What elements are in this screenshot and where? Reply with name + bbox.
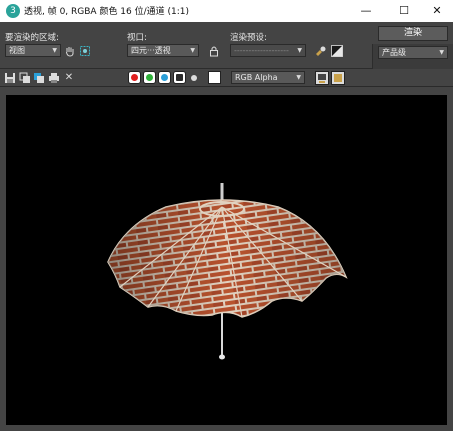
chevron-down-icon: ▼ — [296, 74, 301, 81]
save-icon[interactable] — [4, 72, 16, 84]
preset-label: 渲染预设: — [230, 33, 267, 43]
viewport-dropdown[interactable]: 四元···透视 ▼ — [127, 44, 199, 57]
chevron-down-icon: ▼ — [52, 47, 57, 54]
channel-dropdown[interactable]: RGB Alpha ▼ — [231, 71, 305, 84]
region-select-icon[interactable] — [79, 45, 91, 57]
render-button[interactable]: 渲染 — [378, 26, 448, 41]
red-channel-toggle[interactable] — [128, 71, 141, 84]
chevron-down-icon: ▼ — [297, 47, 302, 54]
viewport-label: 视口: — [127, 33, 147, 43]
display-toggle-icon[interactable] — [315, 71, 329, 85]
umbrella-canopy-shading — [108, 200, 346, 317]
monochrome-icon[interactable] — [191, 75, 197, 81]
color-swatch[interactable] — [208, 71, 221, 84]
frame-buffer-toolbar: ✕ RGB Alpha ▼ — [0, 69, 453, 87]
rendered-umbrella-image — [107, 183, 348, 360]
green-channel-icon — [146, 74, 153, 81]
green-channel-toggle[interactable] — [143, 71, 156, 84]
render-frame — [0, 87, 453, 431]
viewport-dropdown-value: 四元···透视 — [131, 46, 171, 55]
channel-dropdown-value: RGB Alpha — [235, 73, 278, 82]
red-channel-icon — [131, 74, 138, 81]
alpha-channel-toggle[interactable] — [173, 71, 186, 84]
alpha-channel-icon — [176, 74, 183, 81]
pan-hand-icon[interactable] — [64, 45, 76, 57]
area-dropdown-value: 视图 — [9, 46, 25, 55]
lock-icon[interactable] — [208, 45, 220, 57]
rendered-image-viewport[interactable] — [6, 95, 447, 425]
render-settings-panel: 要渲染的区域: 视图 ▼ 视口: 四元···透视 ▼ 渲染预设: -------… — [0, 22, 453, 91]
clone-icon[interactable] — [33, 72, 45, 84]
clear-icon[interactable]: ✕ — [63, 72, 75, 84]
quality-dropdown-value: 产品级 — [382, 48, 406, 57]
copy-icon[interactable] — [19, 72, 31, 84]
render-setup-icon[interactable] — [315, 45, 327, 57]
display-image-icon[interactable] — [331, 71, 345, 85]
environment-icon[interactable] — [331, 45, 343, 57]
preset-dropdown[interactable]: ------------------- ▼ — [230, 44, 306, 57]
quality-dropdown[interactable]: 产品级 ▼ — [378, 46, 448, 59]
print-icon[interactable] — [48, 72, 60, 84]
title-bar: 3 透视, 帧 0, RGBA 颜色 16 位/通道 (1:1) — ☐ ✕ — [0, 0, 453, 22]
chevron-down-icon: ▼ — [190, 47, 195, 54]
area-dropdown[interactable]: 视图 ▼ — [5, 44, 61, 57]
window-title: 透视, 帧 0, RGBA 颜色 16 位/通道 (1:1) — [24, 7, 190, 17]
close-button[interactable]: ✕ — [420, 0, 453, 22]
preset-dropdown-value: ------------------- — [234, 46, 289, 55]
minimize-button[interactable]: — — [349, 0, 383, 22]
umbrella-handle-end — [219, 354, 225, 360]
area-label: 要渲染的区域: — [5, 33, 59, 43]
maximize-button[interactable]: ☐ — [387, 0, 421, 22]
app-icon: 3 — [6, 4, 20, 18]
chevron-down-icon: ▼ — [439, 49, 444, 56]
blue-channel-icon — [161, 74, 168, 81]
blue-channel-toggle[interactable] — [158, 71, 171, 84]
